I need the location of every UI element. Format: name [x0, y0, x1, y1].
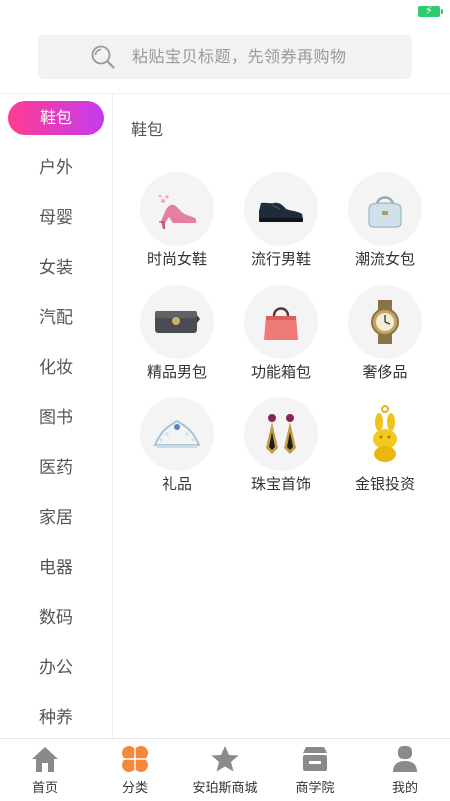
sidebar-item-label: 家居: [39, 508, 73, 528]
sidebar-item-label: 化妆: [39, 358, 73, 378]
category-icon-wrap: [348, 285, 422, 359]
category-label: 珠宝首饰: [250, 475, 311, 493]
sidebar-item-baby[interactable]: 母婴: [0, 200, 112, 236]
category-label: 精品男包: [146, 363, 207, 381]
category-icon-wrap: [244, 285, 318, 359]
user-icon: [393, 746, 417, 772]
nav-label: 我的: [391, 781, 418, 796]
nav-profile[interactable]: 我的: [360, 739, 450, 801]
sidebar-item-auto-parts[interactable]: 汽配: [0, 300, 112, 336]
sidebar-item-label: 数码: [39, 608, 73, 628]
search-input[interactable]: 粘贴宝贝标题，先领券再购物: [132, 35, 347, 79]
sidebar-item-label: 电器: [39, 558, 73, 578]
sidebar-item-label: 女装: [39, 258, 73, 278]
nav-mall[interactable]: 安珀斯商城: [180, 739, 270, 801]
category-mens-bags[interactable]: 精品男包: [125, 285, 229, 395]
sidebar-item-office[interactable]: 办公: [0, 650, 112, 686]
category-icon-wrap: [244, 172, 318, 246]
sidebar-item-cosmetics[interactable]: 化妆: [0, 350, 112, 386]
search-icon: [91, 45, 115, 69]
bottom-nav: 首页 分类 安珀斯商城 商学院 我的: [0, 738, 450, 801]
wallet-icon: [155, 311, 200, 333]
category-mens-shoes[interactable]: 流行男鞋: [229, 172, 333, 282]
sidebar-item-label: 办公: [39, 658, 73, 678]
category-label: 潮流女包: [354, 250, 415, 268]
sidebar-item-label: 鞋包: [8, 101, 104, 135]
category-womens-bags[interactable]: 潮流女包: [333, 172, 437, 282]
category-icon-wrap: [244, 397, 318, 471]
nav-label: 商学院: [295, 781, 335, 796]
sidebar-item-appliances[interactable]: 电器: [0, 550, 112, 586]
sidebar-item-shoes-bags[interactable]: 鞋包: [0, 100, 112, 136]
mens-shoe-icon: [259, 202, 303, 222]
nav-business-school[interactable]: 商学院: [270, 739, 360, 801]
tote-bag-icon: [264, 307, 298, 340]
category-sidebar: 鞋包 户外 母婴 女装 汽配 化妆 图书 医药 家居 电器 数码 办公 种养: [0, 94, 112, 738]
category-title: 鞋包: [131, 120, 164, 139]
earrings-icon: [266, 414, 296, 454]
nav-category[interactable]: 分类: [90, 739, 180, 801]
category-label: 功能箱包: [250, 363, 311, 381]
category-icon-wrap: [140, 172, 214, 246]
sidebar-item-label: 医药: [39, 458, 73, 478]
star-icon: [211, 746, 239, 772]
category-label: 礼品: [161, 475, 192, 493]
gold-rabbit-icon: [373, 405, 397, 462]
category-icon-wrap: [140, 397, 214, 471]
handbag-icon: [368, 196, 402, 228]
sidebar-item-womens-clothing[interactable]: 女装: [0, 250, 112, 286]
high-heel-icon: [158, 194, 196, 229]
sidebar-item-outdoor[interactable]: 户外: [0, 150, 112, 186]
search-bar[interactable]: 粘贴宝贝标题，先领券再购物: [38, 35, 412, 79]
category-gifts[interactable]: 礼品: [125, 397, 229, 507]
sidebar-item-books[interactable]: 图书: [0, 400, 112, 436]
category-gold-silver[interactable]: 金银投资: [333, 397, 437, 507]
battery-icon: ⚡: [418, 4, 443, 17]
sidebar-item-digital[interactable]: 数码: [0, 600, 112, 636]
category-icon-wrap: [348, 397, 422, 471]
sidebar-item-medicine[interactable]: 医药: [0, 450, 112, 486]
sidebar-divider: [112, 94, 113, 738]
nav-home[interactable]: 首页: [0, 739, 90, 801]
category-luxury[interactable]: 奢侈品: [333, 285, 437, 395]
sidebar-item-label: 图书: [39, 408, 73, 428]
status-bar: ⚡: [0, 0, 450, 24]
category-functional-luggage[interactable]: 功能箱包: [229, 285, 333, 395]
category-icon: [122, 746, 148, 772]
sidebar-item-label: 户外: [39, 158, 73, 178]
category-label: 金银投资: [354, 475, 415, 493]
category-label: 时尚女鞋: [146, 250, 207, 268]
watch-icon: [371, 300, 399, 344]
nav-label: 分类: [121, 781, 148, 796]
nav-label: 首页: [31, 781, 58, 796]
sidebar-item-label: 汽配: [39, 308, 73, 328]
category-label: 流行男鞋: [250, 250, 311, 268]
category-icon-wrap: [140, 285, 214, 359]
category-womens-shoes[interactable]: 时尚女鞋: [125, 172, 229, 282]
tiara-icon: [153, 419, 201, 448]
category-label: 奢侈品: [362, 363, 408, 381]
category-icon-wrap: [348, 172, 422, 246]
store-icon: [303, 747, 327, 771]
sidebar-item-label: 母婴: [39, 208, 73, 228]
nav-label: 安珀斯商城: [192, 781, 258, 796]
home-icon: [32, 747, 58, 772]
category-jewelry[interactable]: 珠宝首饰: [229, 397, 333, 507]
sidebar-item-home[interactable]: 家居: [0, 500, 112, 536]
sidebar-item-label: 种养: [39, 708, 73, 728]
sidebar-item-farming[interactable]: 种养: [0, 700, 112, 736]
